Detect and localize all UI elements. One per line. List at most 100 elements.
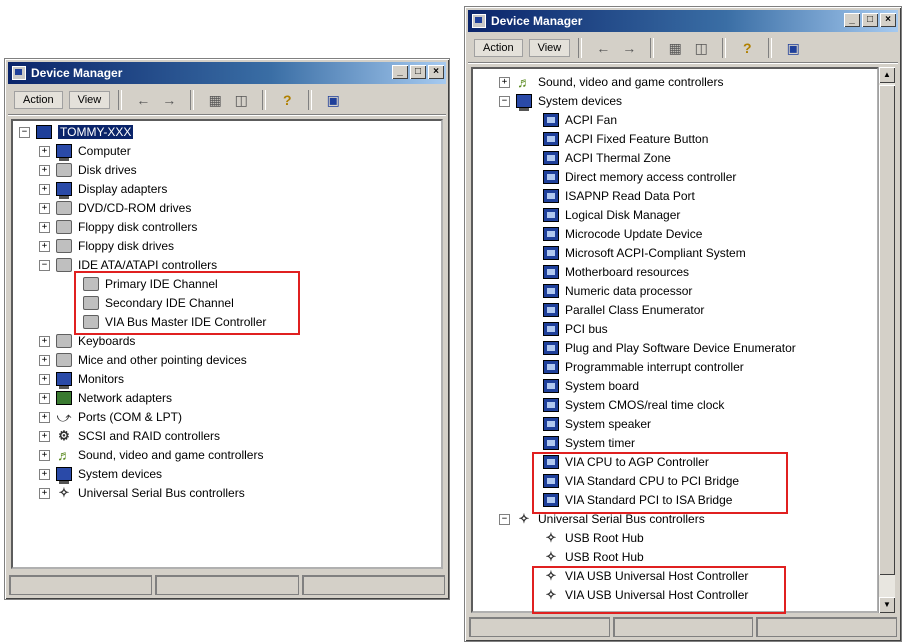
tree-child-item[interactable]: ACPI Fan: [543, 111, 617, 129]
tree-item[interactable]: + Computer: [39, 142, 131, 161]
tree-child-item[interactable]: Programmable interrupt controller: [543, 358, 744, 376]
tree-item[interactable]: + ⤻ Ports (COM & LPT): [39, 408, 182, 426]
close-button[interactable]: ×: [428, 65, 444, 79]
properties-icon[interactable]: ▣: [782, 38, 804, 58]
expand-icon[interactable]: +: [39, 335, 50, 347]
tree-child-item[interactable]: ACPI Thermal Zone: [543, 149, 671, 167]
system-device-icon: [543, 379, 559, 393]
minimize-button[interactable]: _: [392, 65, 408, 79]
tree-child-item[interactable]: Microcode Update Device: [543, 225, 702, 243]
tree-item-label: Computer: [78, 144, 131, 158]
expand-icon[interactable]: +: [39, 468, 50, 480]
scroll-thumb[interactable]: [879, 85, 895, 575]
tree-item[interactable]: + ✧ Universal Serial Bus controllers: [39, 484, 245, 502]
toolbar-separator: [262, 90, 267, 110]
device-tree-right[interactable]: + ♬ Sound, video and game controllers − Sys…: [471, 67, 879, 613]
toolbar-separator: [578, 38, 583, 58]
minimize-button[interactable]: _: [844, 13, 860, 27]
expand-icon[interactable]: +: [39, 145, 50, 157]
tree-item-label: Disk drives: [78, 163, 137, 177]
up-folder-icon[interactable]: ▦: [204, 90, 226, 110]
expand-icon[interactable]: +: [39, 164, 50, 176]
tree-child-item[interactable]: Plug and Play Software Device Enumerator: [543, 339, 796, 357]
tree-item-label: Microsoft ACPI-Compliant System: [565, 246, 746, 260]
tree-child-item[interactable]: Numeric data processor: [543, 282, 692, 300]
show-hide-tree-icon[interactable]: ◫: [230, 90, 252, 110]
tree-child-item[interactable]: System CMOS/real time clock: [543, 396, 724, 414]
up-folder-icon[interactable]: ▦: [664, 38, 686, 58]
expand-icon[interactable]: +: [39, 240, 50, 252]
tree-root[interactable]: − TOMMY-XXX: [19, 123, 134, 141]
tree-child-item[interactable]: Microsoft ACPI-Compliant System: [543, 244, 746, 262]
tree-item-label: Monitors: [78, 372, 125, 386]
tree-item[interactable]: + Mice and other pointing devices: [39, 351, 247, 369]
mouse-icon: [56, 353, 72, 367]
action-menu[interactable]: Action: [14, 91, 63, 109]
tree-child-item[interactable]: ✧ USB Root Hub: [543, 529, 644, 547]
expand-icon[interactable]: +: [39, 221, 50, 233]
expand-icon[interactable]: +: [499, 76, 510, 88]
system-device-icon: [543, 170, 559, 184]
view-menu[interactable]: View: [528, 39, 571, 57]
vertical-scrollbar[interactable]: ▲ ▼: [878, 67, 895, 613]
floppy-controller-icon: [56, 220, 72, 234]
collapse-icon[interactable]: −: [499, 95, 510, 107]
tree-child-item[interactable]: System board: [543, 377, 639, 395]
tree-item[interactable]: + Floppy disk controllers: [39, 218, 197, 236]
tree-item[interactable]: + Monitors: [39, 370, 125, 389]
help-icon[interactable]: ?: [276, 90, 298, 110]
tree-child-item[interactable]: Direct memory access controller: [543, 168, 736, 186]
tree-child-item[interactable]: ✧ USB Root Hub: [543, 548, 644, 566]
tree-item[interactable]: + ♬ Sound, video and game controllers: [499, 73, 723, 91]
title-bar[interactable]: Device Manager _ □ ×: [8, 62, 446, 84]
tree-item[interactable]: + System devices: [39, 465, 162, 484]
tree-child-item[interactable]: ACPI Fixed Feature Button: [543, 130, 708, 148]
scroll-up-icon[interactable]: ▲: [879, 67, 895, 83]
collapse-icon[interactable]: −: [19, 126, 30, 138]
expand-icon[interactable]: +: [39, 430, 50, 442]
tree-item[interactable]: + ⚙ SCSI and RAID controllers: [39, 427, 220, 445]
expand-icon[interactable]: +: [39, 373, 50, 385]
collapse-icon[interactable]: −: [39, 259, 50, 271]
tree-item[interactable]: + Network adapters: [39, 389, 172, 407]
forward-arrow-icon[interactable]: →: [158, 90, 180, 110]
device-tree-left[interactable]: − TOMMY-XXX + Computer + Disk drives + Disp…: [11, 119, 443, 569]
expand-icon[interactable]: +: [39, 487, 50, 499]
tree-item[interactable]: + DVD/CD-ROM drives: [39, 199, 191, 217]
tree-child-item[interactable]: Logical Disk Manager: [543, 206, 680, 224]
maximize-button[interactable]: □: [862, 13, 878, 27]
tree-item[interactable]: + Floppy disk drives: [39, 237, 174, 255]
collapse-icon[interactable]: −: [499, 513, 510, 525]
maximize-button[interactable]: □: [410, 65, 426, 79]
back-arrow-icon[interactable]: ←: [592, 38, 614, 58]
show-hide-tree-icon[interactable]: ◫: [690, 38, 712, 58]
tree-item[interactable]: + ♬ Sound, video and game controllers: [39, 446, 263, 464]
tree-item[interactable]: − System devices: [499, 92, 622, 111]
tree-item[interactable]: + Disk drives: [39, 161, 137, 179]
back-arrow-icon[interactable]: ←: [132, 90, 154, 110]
forward-arrow-icon[interactable]: →: [618, 38, 640, 58]
close-button[interactable]: ×: [880, 13, 896, 27]
tree-child-item[interactable]: System timer: [543, 434, 635, 452]
view-menu[interactable]: View: [68, 91, 111, 109]
scroll-down-icon[interactable]: ▼: [879, 597, 895, 613]
tree-child-item[interactable]: Motherboard resources: [543, 263, 689, 281]
expand-icon[interactable]: +: [39, 411, 50, 423]
tree-child-item[interactable]: ISAPNP Read Data Port: [543, 187, 695, 205]
expand-icon[interactable]: +: [39, 183, 50, 195]
help-icon[interactable]: ?: [736, 38, 758, 58]
device-manager-icon: [12, 66, 26, 80]
system-device-icon: [543, 113, 559, 127]
tree-item-label: Sound, video and game controllers: [538, 75, 724, 89]
expand-icon[interactable]: +: [39, 354, 50, 366]
tree-child-item[interactable]: Parallel Class Enumerator: [543, 301, 704, 319]
title-bar[interactable]: Device Manager _ □ ×: [468, 10, 898, 32]
tree-child-item[interactable]: System speaker: [543, 415, 651, 433]
tree-child-item[interactable]: PCI bus: [543, 320, 608, 338]
properties-icon[interactable]: ▣: [322, 90, 344, 110]
expand-icon[interactable]: +: [39, 202, 50, 214]
expand-icon[interactable]: +: [39, 449, 50, 461]
action-menu[interactable]: Action: [474, 39, 523, 57]
expand-icon[interactable]: +: [39, 392, 50, 404]
tree-item[interactable]: + Display adapters: [39, 180, 167, 199]
